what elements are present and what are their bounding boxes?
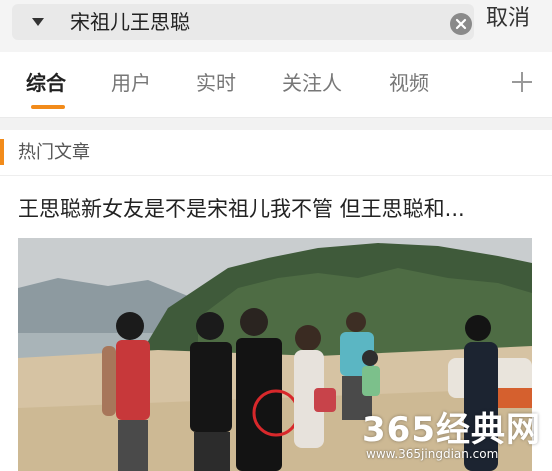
article-title[interactable]: 王思聪新女友是不是宋祖儿我不管 但王思聪和... [18,194,538,224]
tab-following[interactable]: 关注人 [282,70,342,96]
chevron-down-icon[interactable] [32,18,44,26]
tab-overflow-fade [462,64,498,104]
tab-video[interactable]: 视频 [389,70,429,96]
search-box[interactable]: 宋祖儿王思聪 [12,4,474,40]
section-divider [0,118,552,130]
watermark-brand: 365经典网 [362,410,541,450]
section-title: 热门文章 [18,142,90,163]
tab-all[interactable]: 综合 [26,70,66,96]
section-accent-bar [0,139,4,165]
active-tab-indicator [31,105,65,109]
section-header: 热门文章 [0,130,552,176]
plus-icon[interactable] [510,70,534,94]
tab-bar: 综合 用户 实时 关注人 视频 [0,52,552,118]
cancel-button[interactable]: 取消 [486,5,530,33]
tab-realtime[interactable]: 实时 [196,70,236,96]
tab-users[interactable]: 用户 [111,70,151,96]
watermark-url: www.365jingdian.com [366,447,499,461]
clear-icon[interactable] [450,13,472,35]
search-header: 宋祖儿王思聪 取消 [0,0,552,52]
search-input[interactable]: 宋祖儿王思聪 [70,10,190,34]
